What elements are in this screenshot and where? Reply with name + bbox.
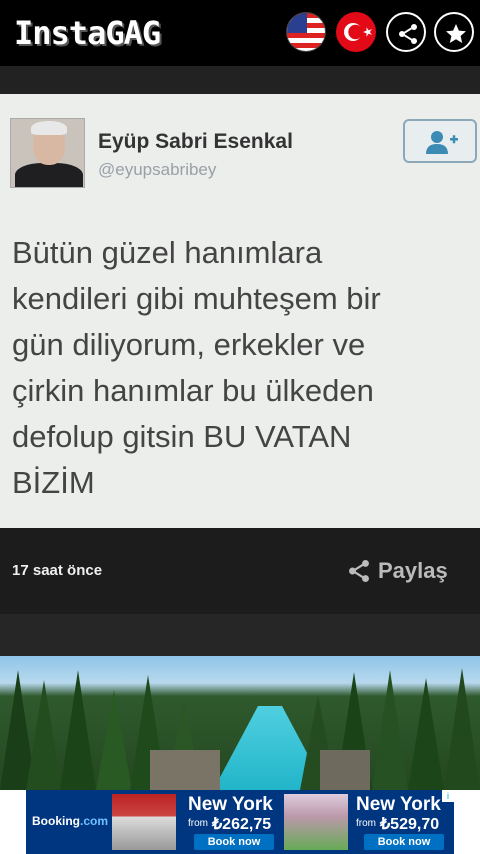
share-icon[interactable] [386, 12, 426, 52]
tweet-author-handle: @eyupsabribey [98, 160, 217, 179]
ad-hotel-image [284, 794, 348, 850]
ad-banner[interactable]: Booking.com New York from ₺262,75 Book n… [0, 790, 480, 854]
app-logo: InstaGAG [14, 14, 161, 52]
add-user-icon [426, 131, 458, 154]
ad-offer-city: New York [188, 794, 273, 815]
ad-offer-from: from [188, 818, 208, 829]
ad-hotel-image [112, 794, 176, 850]
app-screen: InstaGAG Eyüp Sabri Esenkal @eyupsabribe… [0, 0, 480, 854]
post-timestamp: 17 saat önce [12, 562, 103, 579]
ad-offer-city: New York [356, 794, 441, 815]
ad-brand-logo: Booking.com [32, 814, 109, 828]
ad-offer-price: ₺529,70 [380, 816, 440, 833]
ad-content[interactable]: Booking.com New York from ₺262,75 Book n… [26, 790, 454, 854]
separator [0, 66, 480, 94]
book-now-button[interactable]: Book now [194, 834, 274, 850]
avatar [10, 118, 85, 188]
ad-info-icon[interactable]: i [442, 790, 454, 802]
post-image[interactable]: Eyüp Sabri Esenkal @eyupsabribey Bütün g… [0, 94, 480, 528]
next-post-image[interactable] [0, 656, 480, 790]
tweet-author-name: Eyüp Sabri Esenkal [98, 130, 293, 153]
post-footer: 17 saat önce Paylaş [0, 528, 480, 614]
ad-offer-from: from [356, 818, 376, 829]
us-flag-icon[interactable] [286, 12, 326, 52]
separator [0, 614, 480, 656]
turkey-flag-icon[interactable] [336, 12, 376, 52]
star-icon[interactable] [434, 12, 474, 52]
ad-offer-price: ₺262,75 [212, 816, 272, 833]
top-bar: InstaGAG [0, 0, 480, 66]
follow-button [403, 119, 477, 163]
share-icon [349, 559, 369, 583]
share-label: Paylaş [378, 558, 448, 583]
tweet-text: Bütün güzel hanımlara kendileri gibi muh… [12, 235, 381, 500]
book-now-button[interactable]: Book now [364, 834, 444, 850]
